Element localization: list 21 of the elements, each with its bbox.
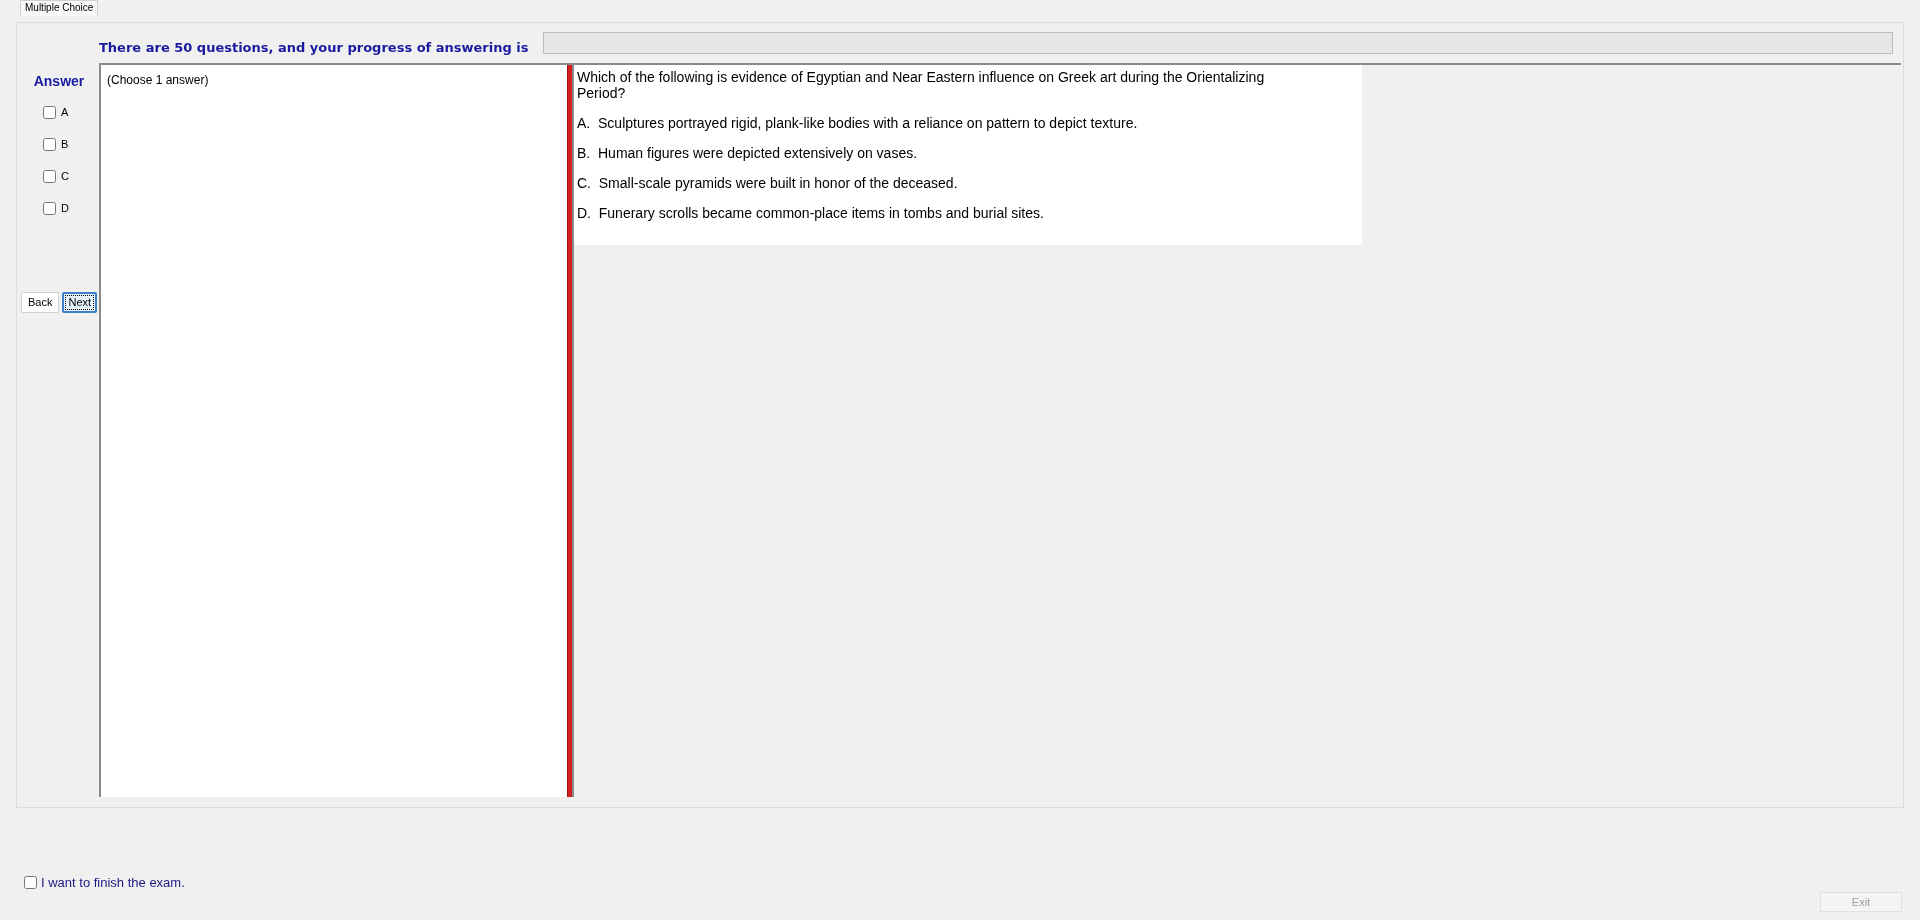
back-button[interactable]: Back xyxy=(21,292,60,313)
answer-option-label: B xyxy=(61,136,69,152)
answer-heading: Answer xyxy=(33,72,85,91)
progress-label: There are 50 questions, and your progress of answering is xyxy=(99,39,529,58)
next-button[interactable]: Next xyxy=(62,292,98,313)
choice-text: A. Sculptures portrayed rigid, plank-like bodies with a reliance on pattern to depict texture. xyxy=(577,115,1139,131)
finish-checkbox[interactable] xyxy=(24,876,37,890)
answer-option-label: C xyxy=(61,168,69,184)
answer-checkbox[interactable] xyxy=(43,137,56,151)
answer-option-label: D xyxy=(61,200,69,216)
answer-checkbox[interactable] xyxy=(43,105,56,119)
answer-option-label: A xyxy=(61,104,69,120)
choice-text: C. Small-scale pyramids were built in honor of the deceased. xyxy=(577,175,959,191)
answer-checkbox[interactable] xyxy=(43,169,56,183)
instruction-text: (Choose 1 answer) xyxy=(107,72,210,89)
choice-text: B. Human figures were depicted extensively on vases. xyxy=(577,145,919,161)
choice-text: D. Funerary scrolls became common-place items in tombs and burial sites. xyxy=(577,205,1045,221)
finish-label: I want to finish the exam. xyxy=(41,874,185,892)
question-text: Which of the following is evidence of Egyptian and Near Eastern influence on Greek art during the Orientalizing Period? xyxy=(577,69,1266,101)
tab[interactable]: Multiple Choice xyxy=(20,0,99,16)
answer-checkbox[interactable] xyxy=(43,201,56,215)
